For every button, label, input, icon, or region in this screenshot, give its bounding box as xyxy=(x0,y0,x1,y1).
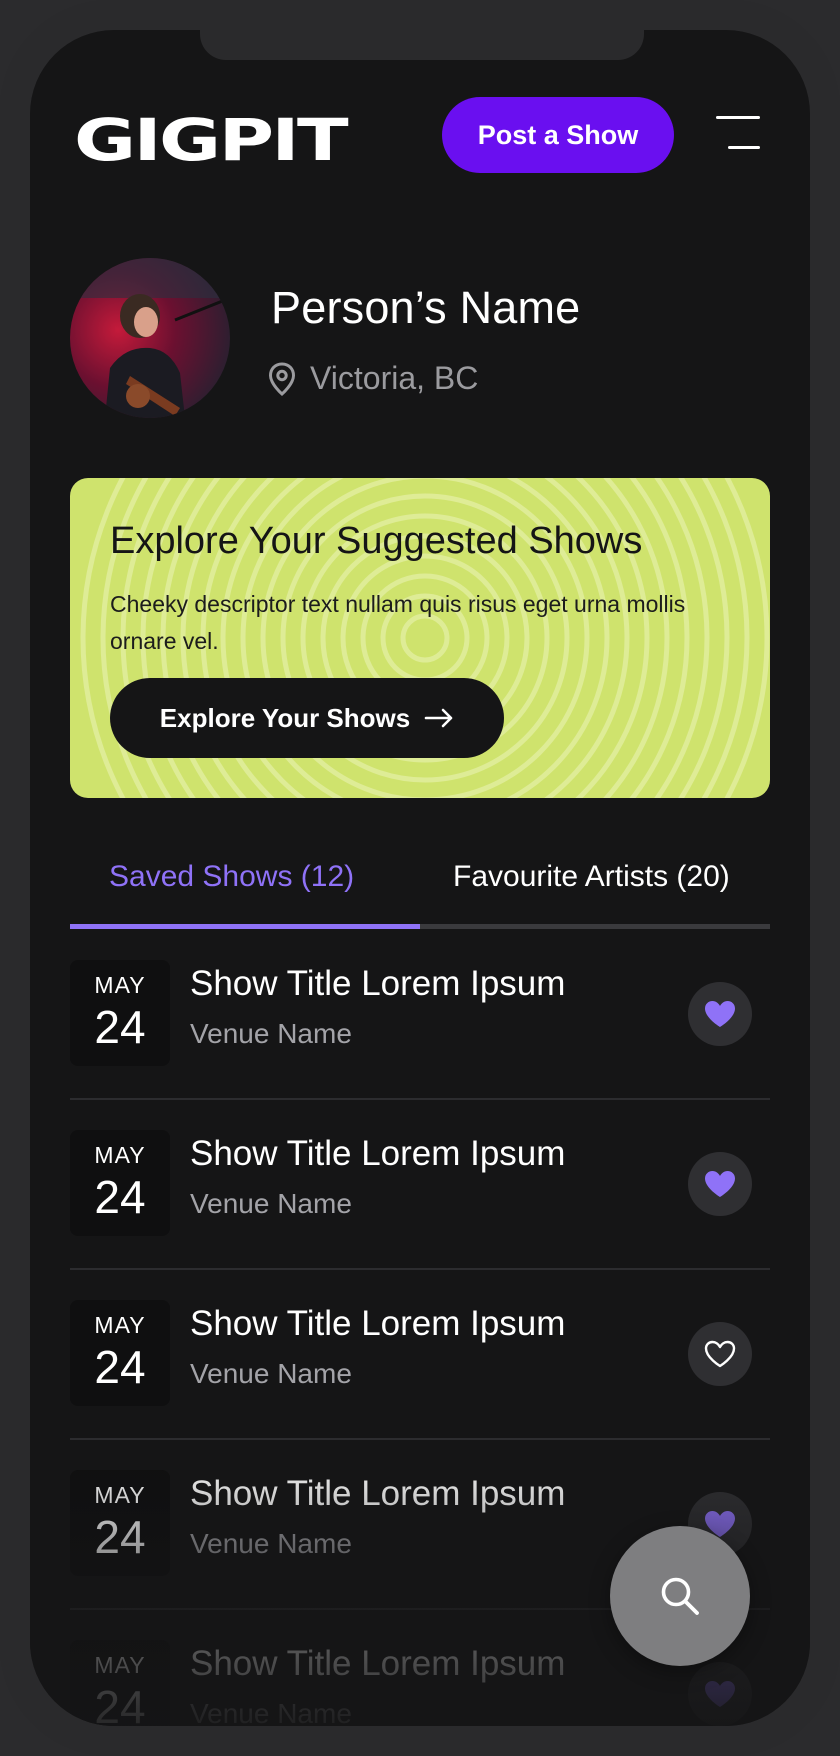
heart-filled-icon xyxy=(705,1001,735,1027)
date-badge: MAY 24 xyxy=(70,1640,170,1726)
profile-name: Person’s Name xyxy=(271,282,581,333)
venue-name: Venue Name xyxy=(190,1188,352,1219)
search-icon xyxy=(661,1577,699,1615)
tab-favourite-artists[interactable]: Favourite Artists (20) xyxy=(453,860,730,894)
venue-name: Venue Name xyxy=(190,1358,352,1389)
arrow-right-icon xyxy=(424,708,453,728)
gigpit-logo[interactable]: GIGPIT xyxy=(74,110,354,168)
promo-description: Cheeky descriptor text nullam quis risus… xyxy=(110,591,686,654)
favourite-heart-button[interactable] xyxy=(688,1322,752,1386)
map-pin-icon xyxy=(268,361,296,396)
explore-button-label: Explore Your Shows xyxy=(159,702,411,733)
search-fab-button[interactable] xyxy=(610,1526,750,1666)
explore-your-shows-button[interactable]: Explore Your Shows xyxy=(110,678,504,758)
show-title[interactable]: Show Title Lorem Ipsum xyxy=(190,1134,565,1174)
date-month: MAY xyxy=(94,1312,146,1338)
show-title[interactable]: Show Title Lorem Ipsum xyxy=(190,964,565,1004)
suggested-shows-card: Explore Your Suggested Shows Cheeky desc… xyxy=(70,478,770,798)
date-month: MAY xyxy=(94,1482,146,1508)
promo-title: Explore Your Suggested Shows xyxy=(110,520,643,562)
device-notch xyxy=(200,30,644,60)
show-title[interactable]: Show Title Lorem Ipsum xyxy=(190,1644,565,1684)
date-day: 24 xyxy=(94,1681,146,1726)
date-day: 24 xyxy=(94,1001,146,1053)
favourite-heart-button[interactable] xyxy=(688,1152,752,1216)
avatar xyxy=(70,258,230,418)
show-title[interactable]: Show Title Lorem Ipsum xyxy=(190,1304,565,1344)
date-badge: MAY 24 xyxy=(70,1470,170,1576)
heart-outline-icon xyxy=(704,1340,736,1368)
post-a-show-button[interactable]: Post a Show xyxy=(442,97,674,173)
favourite-heart-button[interactable] xyxy=(688,982,752,1046)
date-badge: MAY 24 xyxy=(70,1130,170,1236)
date-month: MAY xyxy=(94,1652,146,1678)
heart-filled-icon xyxy=(705,1171,735,1197)
phone-frame: GIGPIT Post a Show Person’s Name Victori… xyxy=(0,0,840,1756)
date-day: 24 xyxy=(94,1511,146,1563)
show-list-item[interactable]: MAY 24 Show Title Lorem Ipsum Venue Name xyxy=(70,1100,770,1270)
tab-active-indicator xyxy=(70,924,420,929)
app-screen: GIGPIT Post a Show Person’s Name Victori… xyxy=(30,30,810,1726)
date-badge: MAY 24 xyxy=(70,1300,170,1406)
date-day: 24 xyxy=(94,1341,146,1393)
hamburger-menu-icon[interactable] xyxy=(716,116,762,152)
profile-location: Victoria, BC xyxy=(268,360,478,397)
date-month: MAY xyxy=(94,972,146,998)
show-list-item[interactable]: MAY 24 Show Title Lorem Ipsum Venue Name xyxy=(70,930,770,1100)
date-day: 24 xyxy=(94,1171,146,1223)
heart-filled-icon xyxy=(705,1681,735,1707)
date-badge: MAY 24 xyxy=(70,960,170,1066)
location-text: Victoria, BC xyxy=(310,360,479,396)
venue-name: Venue Name xyxy=(190,1698,352,1726)
favourite-heart-button[interactable] xyxy=(688,1662,752,1726)
tab-saved-shows[interactable]: Saved Shows (12) xyxy=(109,860,354,894)
date-month: MAY xyxy=(94,1142,146,1168)
show-title[interactable]: Show Title Lorem Ipsum xyxy=(190,1474,565,1514)
venue-name: Venue Name xyxy=(190,1018,352,1049)
show-list-item[interactable]: MAY 24 Show Title Lorem Ipsum Venue Name xyxy=(70,1270,770,1440)
svg-text:GIGPIT: GIGPIT xyxy=(74,110,349,168)
venue-name: Venue Name xyxy=(190,1528,352,1559)
